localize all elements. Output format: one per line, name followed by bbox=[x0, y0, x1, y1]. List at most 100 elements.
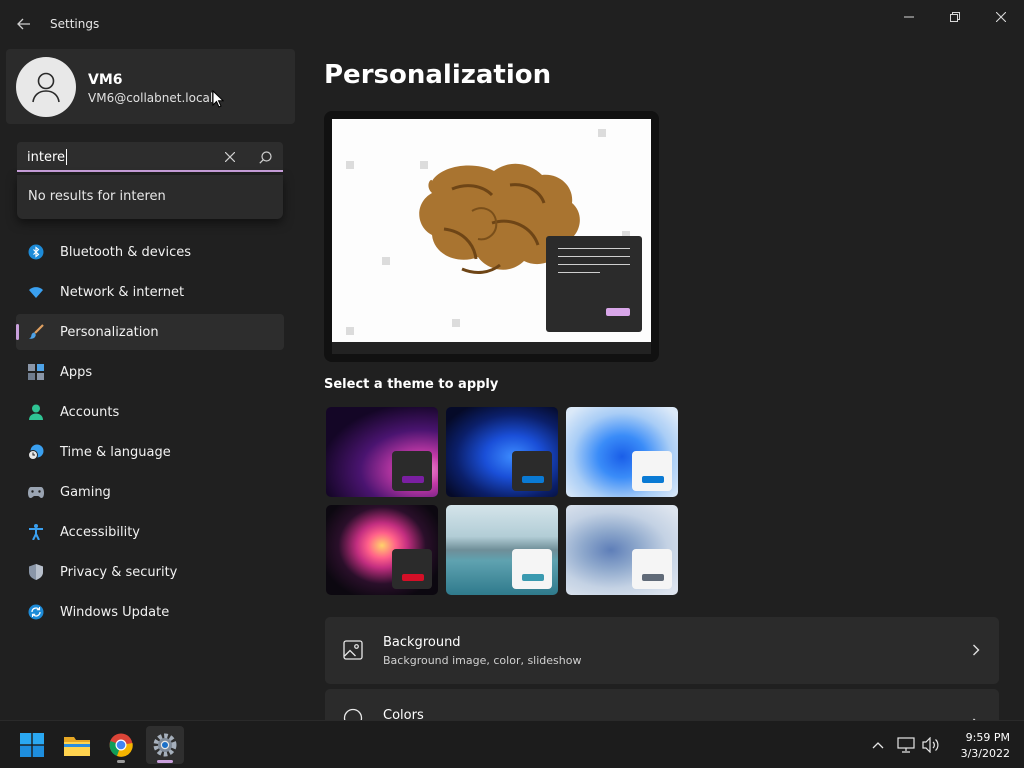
search-button[interactable] bbox=[255, 147, 275, 167]
restore-button[interactable] bbox=[932, 4, 978, 30]
image-icon bbox=[342, 639, 364, 661]
sidebar-item-windows-update[interactable]: Windows Update bbox=[16, 594, 284, 630]
theme-preview-card bbox=[392, 549, 432, 589]
user-name: VM6 bbox=[88, 72, 123, 88]
taskbar: 9:59 PM 3/3/2022 bbox=[0, 720, 1024, 768]
row-subtitle: Background image, color, slideshow bbox=[383, 654, 582, 667]
chevron-up-icon bbox=[872, 742, 884, 749]
search-input[interactable] bbox=[27, 148, 217, 166]
theme-preview-card bbox=[632, 451, 672, 491]
sidebar-item-label: Accessibility bbox=[60, 525, 140, 540]
sidebar-nav: Bluetooth & devices Network & internet P… bbox=[16, 234, 284, 634]
clear-search-button[interactable] bbox=[220, 147, 240, 167]
search-icon bbox=[258, 150, 272, 164]
sidebar-item-label: Privacy & security bbox=[60, 565, 178, 580]
colors-setting-row[interactable]: Colors bbox=[325, 689, 999, 720]
chevron-right-icon bbox=[967, 641, 985, 659]
sidebar-item-label: Apps bbox=[60, 365, 93, 380]
person-icon bbox=[32, 72, 60, 103]
desktop-preview-image bbox=[332, 119, 651, 354]
theme-preview-card bbox=[632, 549, 672, 589]
theme-flow[interactable] bbox=[566, 505, 678, 595]
app-title: Settings bbox=[50, 17, 100, 31]
theme-glow[interactable] bbox=[326, 407, 438, 497]
chrome-icon bbox=[109, 733, 133, 757]
sidebar-item-label: Personalization bbox=[60, 325, 159, 340]
update-icon bbox=[28, 604, 44, 620]
background-setting-row[interactable]: Background Background image, color, slid… bbox=[325, 617, 999, 684]
sidebar-item-label: Windows Update bbox=[60, 605, 170, 620]
close-icon bbox=[225, 152, 235, 162]
search-results-dropdown: No results for interen bbox=[17, 175, 283, 219]
theme-preview-card bbox=[392, 451, 432, 491]
back-button[interactable] bbox=[10, 10, 38, 38]
sidebar-item-accessibility[interactable]: Accessibility bbox=[16, 514, 284, 550]
mouse-cursor-icon bbox=[212, 90, 224, 108]
theme-preview-card bbox=[512, 451, 552, 491]
network-icon bbox=[897, 737, 915, 753]
volume-tray-button[interactable] bbox=[921, 735, 941, 755]
clock-time: 9:59 PM bbox=[965, 731, 1010, 744]
wifi-icon bbox=[28, 284, 44, 300]
theme-preview bbox=[324, 111, 659, 362]
no-results-text: No results for interen bbox=[28, 189, 166, 204]
minimize-button[interactable] bbox=[886, 4, 932, 30]
theme-preview-card bbox=[512, 549, 552, 589]
palette-icon bbox=[342, 707, 364, 720]
theme-captured-motion[interactable] bbox=[326, 505, 438, 595]
sidebar-item-apps[interactable]: Apps bbox=[16, 354, 284, 390]
file-explorer-button[interactable] bbox=[58, 726, 96, 764]
title-bar: Settings bbox=[0, 0, 1024, 48]
text-caret bbox=[66, 149, 67, 165]
avatar bbox=[16, 57, 76, 117]
sidebar-item-network-internet[interactable]: Network & internet bbox=[16, 274, 284, 310]
arrow-left-icon bbox=[17, 18, 30, 30]
chrome-button[interactable] bbox=[102, 726, 140, 764]
bluetooth-icon bbox=[28, 244, 44, 260]
accessibility-icon bbox=[28, 524, 44, 540]
theme-accent-bar bbox=[402, 476, 424, 483]
sidebar-item-privacy-security[interactable]: Privacy & security bbox=[16, 554, 284, 590]
start-button[interactable] bbox=[13, 726, 51, 764]
sidebar-item-accounts[interactable]: Accounts bbox=[16, 394, 284, 430]
page-title: Personalization bbox=[324, 60, 552, 90]
sidebar-item-personalization[interactable]: Personalization bbox=[16, 314, 284, 350]
sidebar-item-label: Accounts bbox=[60, 405, 120, 420]
theme-accent-bar bbox=[522, 476, 544, 483]
apps-icon bbox=[28, 364, 44, 380]
system-clock[interactable]: 9:59 PM 3/3/2022 bbox=[950, 730, 1010, 762]
close-button[interactable] bbox=[978, 4, 1024, 30]
theme-accent-bar bbox=[642, 574, 664, 581]
minimize-icon bbox=[904, 16, 914, 18]
gamepad-icon bbox=[28, 484, 44, 500]
theme-windows-dark[interactable] bbox=[446, 407, 558, 497]
user-profile-card[interactable]: VM6 VM6@collabnet.local bbox=[6, 49, 295, 124]
settings-button[interactable] bbox=[146, 726, 184, 764]
sidebar-item-gaming[interactable]: Gaming bbox=[16, 474, 284, 510]
row-title: Background bbox=[383, 635, 461, 650]
search-box[interactable] bbox=[17, 142, 283, 172]
file-explorer-icon bbox=[64, 737, 90, 756]
globe-clock-icon bbox=[28, 444, 44, 460]
restore-icon bbox=[950, 12, 960, 22]
person-icon bbox=[28, 404, 44, 420]
clock-date: 3/3/2022 bbox=[960, 747, 1010, 760]
close-icon bbox=[996, 12, 1006, 22]
sidebar-item-bluetooth-devices[interactable]: Bluetooth & devices bbox=[16, 234, 284, 270]
themes-section-label: Select a theme to apply bbox=[324, 377, 499, 392]
volume-icon bbox=[922, 737, 939, 753]
network-tray-button[interactable] bbox=[896, 735, 916, 755]
preview-window bbox=[546, 236, 642, 332]
theme-accent-bar bbox=[522, 574, 544, 581]
show-hidden-icons-button[interactable] bbox=[868, 735, 888, 755]
user-email: VM6@collabnet.local bbox=[88, 91, 214, 105]
sidebar-item-label: Network & internet bbox=[60, 285, 185, 300]
settings-icon bbox=[153, 733, 177, 757]
start-icon bbox=[20, 733, 44, 757]
sidebar-item-label: Time & language bbox=[60, 445, 171, 460]
shield-icon bbox=[28, 564, 44, 580]
theme-sunrise[interactable] bbox=[446, 505, 558, 595]
theme-windows-light[interactable] bbox=[566, 407, 678, 497]
sidebar-item-time-language[interactable]: Time & language bbox=[16, 434, 284, 470]
theme-accent-bar bbox=[402, 574, 424, 581]
